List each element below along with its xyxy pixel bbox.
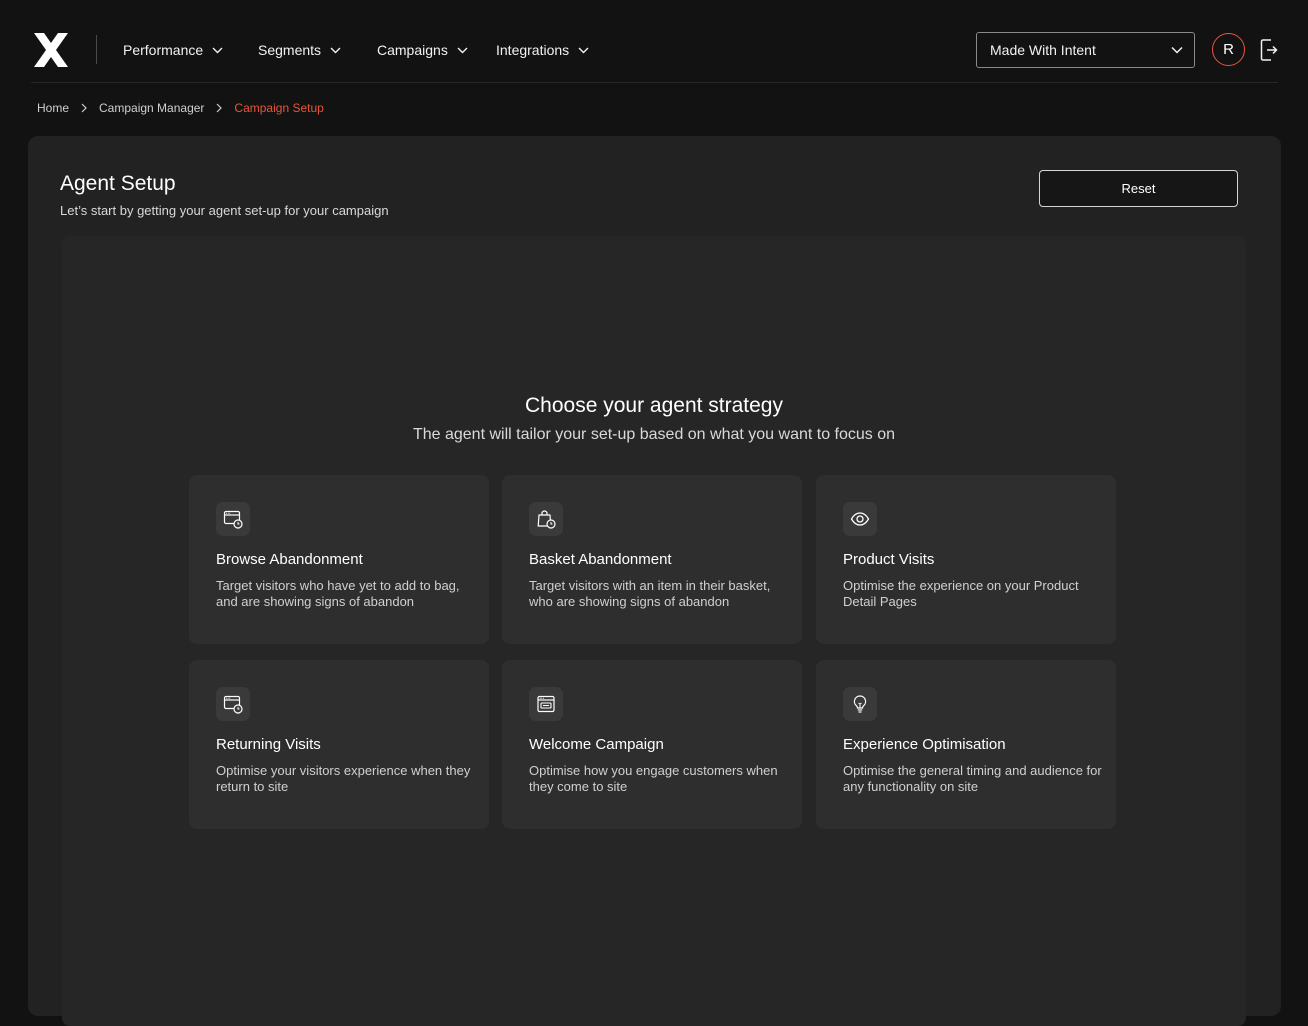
nav-integrations-label: Integrations	[496, 42, 570, 58]
user-initial: R	[1223, 41, 1234, 58]
strategy-subtitle: The agent will tailor your set-up based …	[412, 426, 896, 443]
chevron-right-icon	[81, 103, 87, 113]
nav-segments[interactable]: Segments	[258, 40, 341, 60]
card-title: Basket Abandonment	[529, 551, 672, 568]
bag-clock-icon	[529, 502, 563, 536]
eye-icon	[843, 502, 877, 536]
account-select[interactable]: Made With Intent	[976, 32, 1195, 68]
strategy-card-product-visits[interactable]: Product Visits Optimise the experience o…	[816, 475, 1116, 644]
chevron-right-icon	[216, 103, 223, 113]
breadcrumb: Home Campaign Manager Campaign Setup	[37, 101, 324, 115]
card-description: Target visitors with an item in their ba…	[529, 578, 771, 609]
card-description: Optimise how you engage customers when t…	[529, 763, 778, 794]
browser-clock-icon	[216, 502, 250, 536]
card-description: Optimise the general timing and audience…	[843, 763, 1102, 794]
reset-button[interactable]: Reset	[1039, 170, 1238, 207]
strategy-card-experience-optimisation[interactable]: Experience Optimisation Optimise the gen…	[816, 660, 1116, 829]
nav-performance[interactable]: Performance	[123, 40, 223, 60]
nav-integrations[interactable]: Integrations	[496, 40, 589, 60]
breadcrumb-campaign-manager[interactable]: Campaign Manager	[99, 101, 204, 115]
strategy-card-basket-abandonment[interactable]: Basket Abandonment Target visitors with …	[502, 475, 802, 644]
nav-segments-label: Segments	[258, 42, 322, 58]
browser-return-icon	[216, 687, 250, 721]
nav-campaigns[interactable]: Campaigns	[377, 40, 468, 60]
strategy-card-returning-visits[interactable]: Returning Visits Optimise your visitors …	[189, 660, 489, 829]
account-select-value: Made With Intent	[990, 42, 1096, 58]
chevron-down-icon	[212, 47, 223, 53]
nav-performance-label: Performance	[123, 42, 204, 58]
card-title: Returning Visits	[216, 736, 321, 753]
browser-welcome-icon	[529, 687, 563, 721]
agent-setup-panel: Agent Setup Let’s start by getting your …	[28, 136, 1281, 1026]
logout-icon[interactable]	[1260, 38, 1278, 62]
topbar-divider	[31, 82, 1278, 83]
card-title: Welcome Campaign	[529, 736, 664, 753]
chevron-down-icon	[457, 47, 468, 53]
top-navigation-bar: Performance Segments Campaigns Integrati…	[0, 0, 1308, 83]
brand-logo-icon[interactable]	[32, 31, 70, 69]
breadcrumb-campaign-setup: Campaign Setup	[234, 101, 324, 115]
strategy-container: Choose your agent strategy The agent wil…	[62, 236, 1246, 1026]
strategy-title: Choose your agent strategy	[525, 394, 783, 417]
card-title: Product Visits	[843, 551, 935, 568]
card-title: Browse Abandonment	[216, 551, 363, 568]
card-description: Optimise the experience on your Product …	[843, 578, 1079, 609]
chevron-down-icon	[1171, 46, 1183, 54]
logo-divider	[96, 35, 97, 64]
user-avatar[interactable]: R	[1212, 33, 1245, 66]
breadcrumb-home[interactable]: Home	[37, 101, 69, 115]
page-subtitle: Let’s start by getting your agent set-up…	[60, 203, 389, 218]
lightbulb-icon	[843, 687, 877, 721]
page-title: Agent Setup	[60, 172, 176, 195]
card-description: Target visitors who have yet to add to b…	[216, 578, 460, 609]
strategy-card-browse-abandonment[interactable]: Browse Abandonment Target visitors who h…	[189, 475, 489, 644]
chevron-down-icon	[578, 47, 589, 53]
strategy-card-welcome-campaign[interactable]: Welcome Campaign Optimise how you engage…	[502, 660, 802, 829]
card-description: Optimise your visitors experience when t…	[216, 763, 471, 794]
card-title: Experience Optimisation	[843, 736, 1006, 753]
nav-campaigns-label: Campaigns	[377, 42, 448, 58]
chevron-down-icon	[330, 47, 341, 53]
